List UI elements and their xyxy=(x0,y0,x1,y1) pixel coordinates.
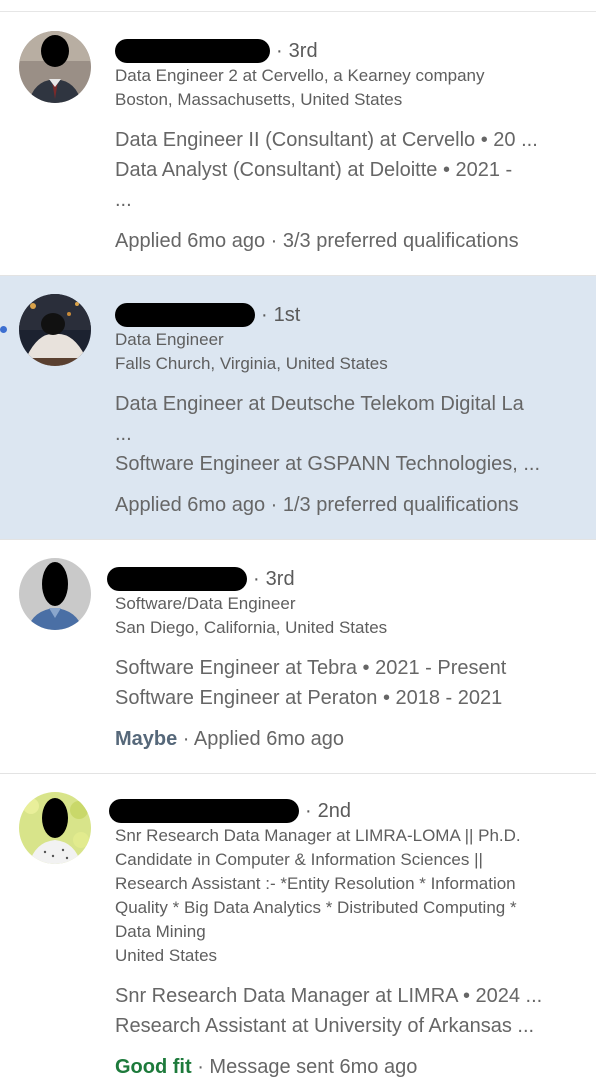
applicant-headline: Snr Research Data Manager at LIMRA-LOMA … xyxy=(115,824,585,944)
experience-list: Software Engineer at Tebra • 2021 - Pres… xyxy=(115,653,585,713)
headline-line: Quality * Big Data Analytics * Distribut… xyxy=(115,898,517,917)
applicant-card[interactable]: 3rd Data Engineer 2 at Cervello, a Kearn… xyxy=(0,12,596,276)
applicant-headline: Software/Data Engineer xyxy=(115,594,296,613)
name-row: 3rd xyxy=(107,566,585,592)
applicant-location: Falls Church, Virginia, United States xyxy=(115,354,388,373)
experience-item: Research Assistant at University of Arka… xyxy=(115,1015,535,1037)
applicant-location: Boston, Massachusetts, United States xyxy=(115,90,403,109)
name-row: 2nd xyxy=(109,798,585,824)
experience-item: Snr Research Data Manager at LIMRA • 202… xyxy=(115,985,543,1007)
application-status: MaybeApplied 6mo ago xyxy=(115,724,585,754)
headline-line: Research Assistant :- *Entity Resolution… xyxy=(115,874,516,893)
redacted-name[interactable] xyxy=(107,567,247,591)
connection-degree: 3rd xyxy=(276,40,318,63)
experience-item: ... xyxy=(115,423,132,445)
avatar[interactable] xyxy=(19,31,91,103)
connection-degree: 1st xyxy=(261,304,301,327)
experience-list: Data Engineer at Deutsche Telekom Digita… xyxy=(115,389,585,479)
applicant-card-selected[interactable]: 1st Data Engineer Falls Church, Virginia… xyxy=(0,276,596,540)
applicant-list: 3rd Data Engineer 2 at Cervello, a Kearn… xyxy=(0,0,596,1090)
experience-item: Software Engineer at Peraton • 2018 - 20… xyxy=(115,687,503,709)
rating-good-fit: Good fit xyxy=(115,1056,192,1078)
applicant-location: United States xyxy=(115,946,218,965)
headline-line: Snr Research Data Manager at LIMRA-LOMA … xyxy=(115,826,521,845)
experience-item: Data Engineer II (Consultant) at Cervell… xyxy=(115,129,538,151)
headline-line: Data Mining xyxy=(115,922,206,941)
applicant-headline: Data Engineer 2 at Cervello, a Kearney c… xyxy=(115,66,485,85)
avatar[interactable] xyxy=(19,294,91,366)
name-row: 3rd xyxy=(115,38,585,64)
experience-item: Data Engineer at Deutsche Telekom Digita… xyxy=(115,393,524,415)
avatar[interactable] xyxy=(19,792,91,864)
name-row: 1st xyxy=(115,302,585,328)
application-status: Good fitMessage sent 6mo ago xyxy=(115,1052,585,1082)
experience-item: Software Engineer at Tebra • 2021 - Pres… xyxy=(115,657,507,679)
application-status: Applied 6mo ago · 3/3 preferred qualific… xyxy=(115,230,519,252)
avatar[interactable] xyxy=(19,558,91,630)
redacted-name[interactable] xyxy=(115,39,270,63)
headline-line: Candidate in Computer & Information Scie… xyxy=(115,850,483,869)
connection-degree: 3rd xyxy=(253,568,295,591)
applicant-location: San Diego, California, United States xyxy=(115,618,388,637)
applicant-details: 3rd Data Engineer 2 at Cervello, a Kearn… xyxy=(115,38,585,256)
experience-item: Software Engineer at GSPANN Technologies… xyxy=(115,453,541,475)
status-text: Applied 6mo ago xyxy=(177,728,344,750)
rating-maybe: Maybe xyxy=(115,728,178,750)
experience-list: Snr Research Data Manager at LIMRA • 202… xyxy=(115,981,585,1041)
experience-item: ... xyxy=(115,189,132,211)
unread-indicator xyxy=(0,326,7,333)
experience-list: Data Engineer II (Consultant) at Cervell… xyxy=(115,125,585,215)
status-text: Message sent 6mo ago xyxy=(192,1056,418,1078)
applicant-card[interactable]: 2nd Snr Research Data Manager at LIMRA-L… xyxy=(0,774,596,1090)
applicant-details: 1st Data Engineer Falls Church, Virginia… xyxy=(115,302,585,520)
application-status: Applied 6mo ago · 1/3 preferred qualific… xyxy=(115,494,519,516)
applicant-card[interactable]: 3rd Software/Data Engineer San Diego, Ca… xyxy=(0,540,596,774)
connection-degree: 2nd xyxy=(305,800,351,823)
applicant-details: 2nd Snr Research Data Manager at LIMRA-L… xyxy=(109,798,585,1082)
redacted-name[interactable] xyxy=(115,303,255,327)
applicant-headline: Data Engineer xyxy=(115,330,224,349)
experience-item: Data Analyst (Consultant) at Deloitte • … xyxy=(115,159,513,181)
applicant-details: 3rd Software/Data Engineer San Diego, Ca… xyxy=(107,566,585,754)
redacted-name[interactable] xyxy=(109,799,299,823)
